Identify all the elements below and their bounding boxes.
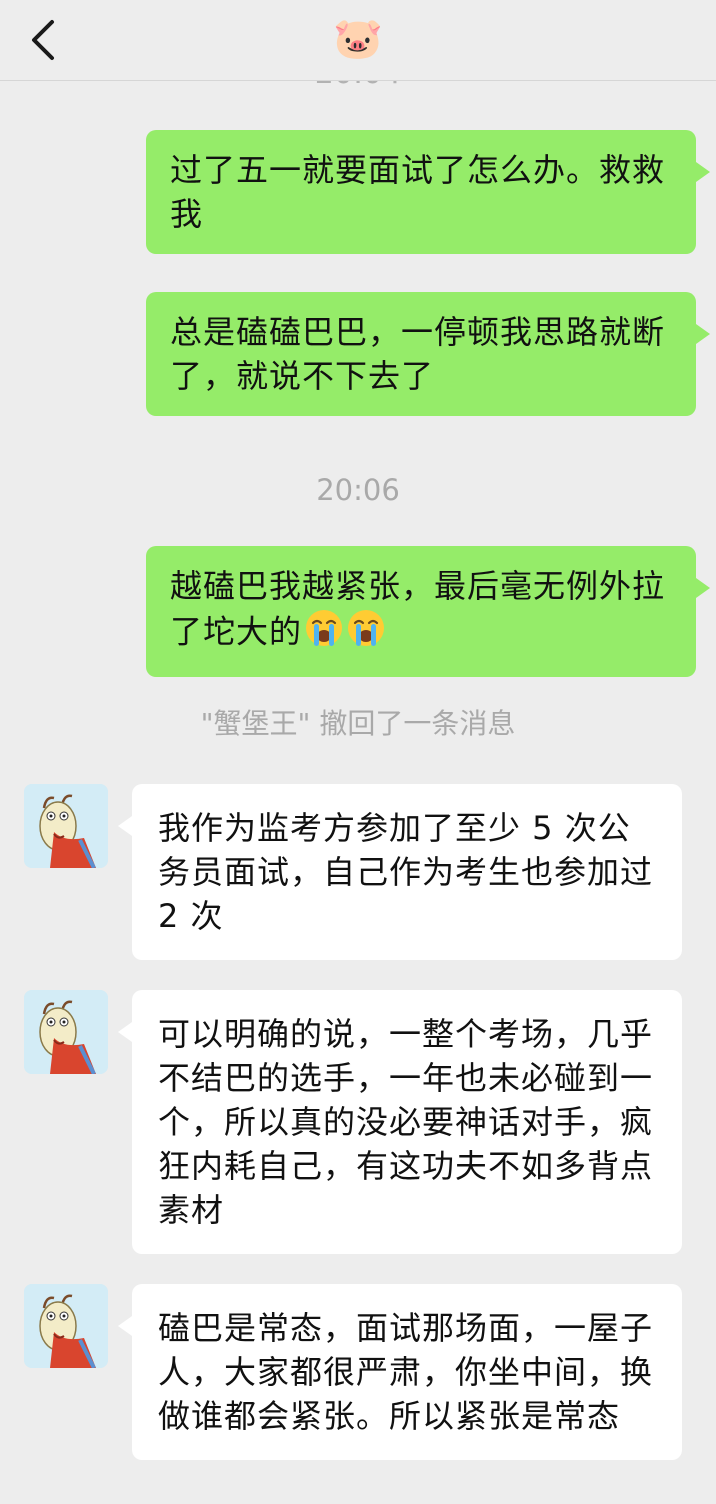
shrimp-avatar-icon xyxy=(24,990,108,1074)
received-message[interactable]: 我作为监考方参加了至少 5 次公务员面试，自己作为考生也参加过 2 次 xyxy=(118,784,682,960)
chat-title: 🐷 xyxy=(333,16,383,62)
contact-avatar[interactable] xyxy=(24,1284,108,1368)
loudly-crying-face-icon xyxy=(346,608,386,659)
loudly-crying-face-icon xyxy=(304,608,344,659)
chat-header: 🐷 xyxy=(0,0,716,81)
message-text: 越磕巴我越紧张，最后毫无例外拉了坨大的 xyxy=(170,567,666,651)
contact-avatar[interactable] xyxy=(24,784,108,868)
sent-message[interactable]: 越磕巴我越紧张，最后毫无例外拉了坨大的 xyxy=(146,546,710,677)
received-message[interactable]: 磕巴是常态，面试那场面，一屋子人，大家都很严肃，你坐中间，换做谁都会紧张。所以紧… xyxy=(118,1284,682,1460)
shrimp-avatar-icon xyxy=(24,784,108,868)
sent-message[interactable]: 过了五一就要面试了怎么办。救救我 xyxy=(146,130,710,254)
shrimp-avatar-icon xyxy=(24,1284,108,1368)
received-message[interactable]: 可以明确的说，一整个考场，几乎不结巴的选手，一年也未必碰到一个，所以真的没必要神… xyxy=(118,990,682,1254)
recall-notice: "蟹堡王" 撤回了一条消息 xyxy=(200,707,516,740)
timestamp: 20:06 xyxy=(316,473,400,507)
contact-avatar[interactable] xyxy=(24,990,108,1074)
sent-message[interactable]: 总是磕磕巴巴，一停顿我思路就断了，就说不下去了 xyxy=(146,292,710,416)
